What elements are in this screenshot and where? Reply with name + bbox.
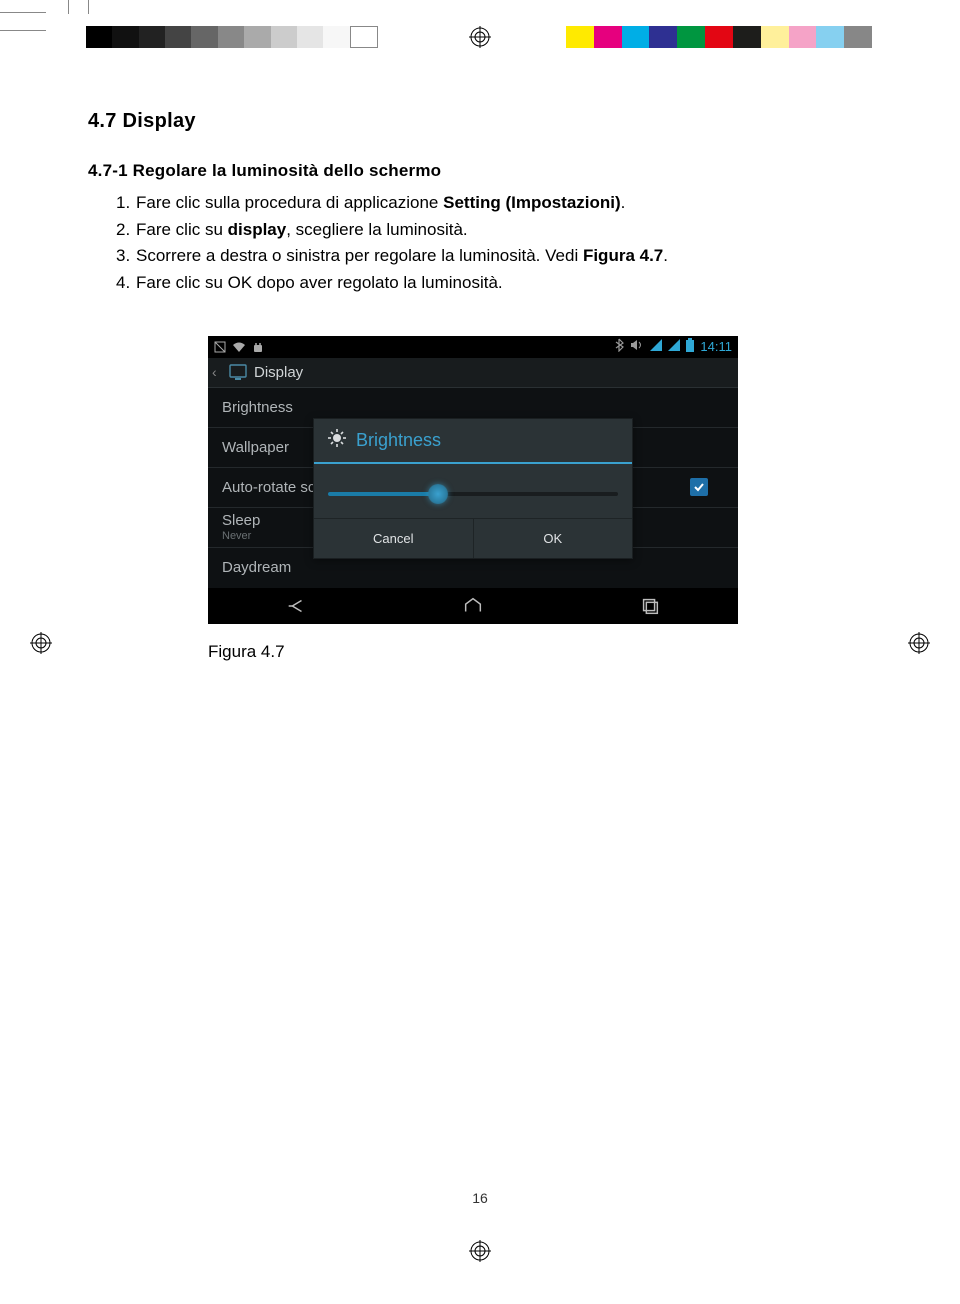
- brightness-icon: [328, 429, 346, 452]
- step-item: 2.Fare clic su display, scegliere la lum…: [116, 218, 872, 243]
- dialog-title: Brightness: [356, 430, 441, 451]
- slider-thumb[interactable]: [428, 484, 448, 504]
- wifi-icon: [232, 341, 246, 353]
- registration-mark-icon: [469, 26, 491, 48]
- bluetooth-icon: [614, 338, 624, 355]
- nav-back-button[interactable]: [208, 588, 385, 624]
- clock-text: 14:11: [700, 339, 732, 354]
- checkbox-checked-icon[interactable]: [690, 478, 708, 496]
- settings-header[interactable]: ‹ Display: [208, 358, 738, 388]
- battery-icon: [686, 338, 694, 355]
- subsection-title: 4.7-1 Regolare la luminosità dello scher…: [88, 161, 872, 181]
- signal-icon: [668, 339, 680, 354]
- signal-icon: [650, 339, 662, 354]
- android-icon: [252, 341, 264, 353]
- brightness-dialog: Brightness Cancel OK: [313, 418, 633, 559]
- cancel-button[interactable]: Cancel: [314, 519, 474, 558]
- step-item: 1.Fare clic sulla procedura di applicazi…: [116, 191, 872, 216]
- step-item: 3.Scorrere a destra o sinistra per regol…: [116, 244, 872, 269]
- back-chevron-icon[interactable]: ‹: [208, 364, 222, 380]
- screenshot-icon: [214, 341, 226, 353]
- android-status-bar: 14:11: [208, 336, 738, 358]
- step-list: 1.Fare clic sulla procedura di applicazi…: [116, 191, 872, 296]
- device-screenshot: 14:11 ‹ Display Brightness Wallpaper Aut…: [208, 336, 738, 624]
- volume-icon: [630, 339, 644, 354]
- figure-caption: Figura 4.7: [208, 642, 872, 662]
- color-swatches: [566, 26, 872, 48]
- display-settings-icon: [228, 362, 248, 382]
- setting-row-sleep-subtitle: Never: [222, 530, 251, 542]
- page-number: 16: [0, 1190, 960, 1206]
- registration-mark-icon: [908, 632, 930, 654]
- nav-home-button[interactable]: [385, 588, 562, 624]
- registration-mark-icon: [469, 1240, 491, 1262]
- step-item: 4.Fare clic su OK dopo aver regolato la …: [116, 271, 872, 296]
- printer-calibration-strip: [0, 26, 960, 48]
- nav-recents-button[interactable]: [561, 588, 738, 624]
- brightness-slider[interactable]: [328, 492, 618, 496]
- slider-fill: [328, 492, 438, 496]
- grayscale-swatches: [86, 26, 378, 48]
- section-title: 4.7 Display: [88, 110, 872, 133]
- settings-page-title: Display: [254, 364, 303, 381]
- registration-mark-icon: [30, 632, 52, 654]
- ok-button[interactable]: OK: [474, 519, 633, 558]
